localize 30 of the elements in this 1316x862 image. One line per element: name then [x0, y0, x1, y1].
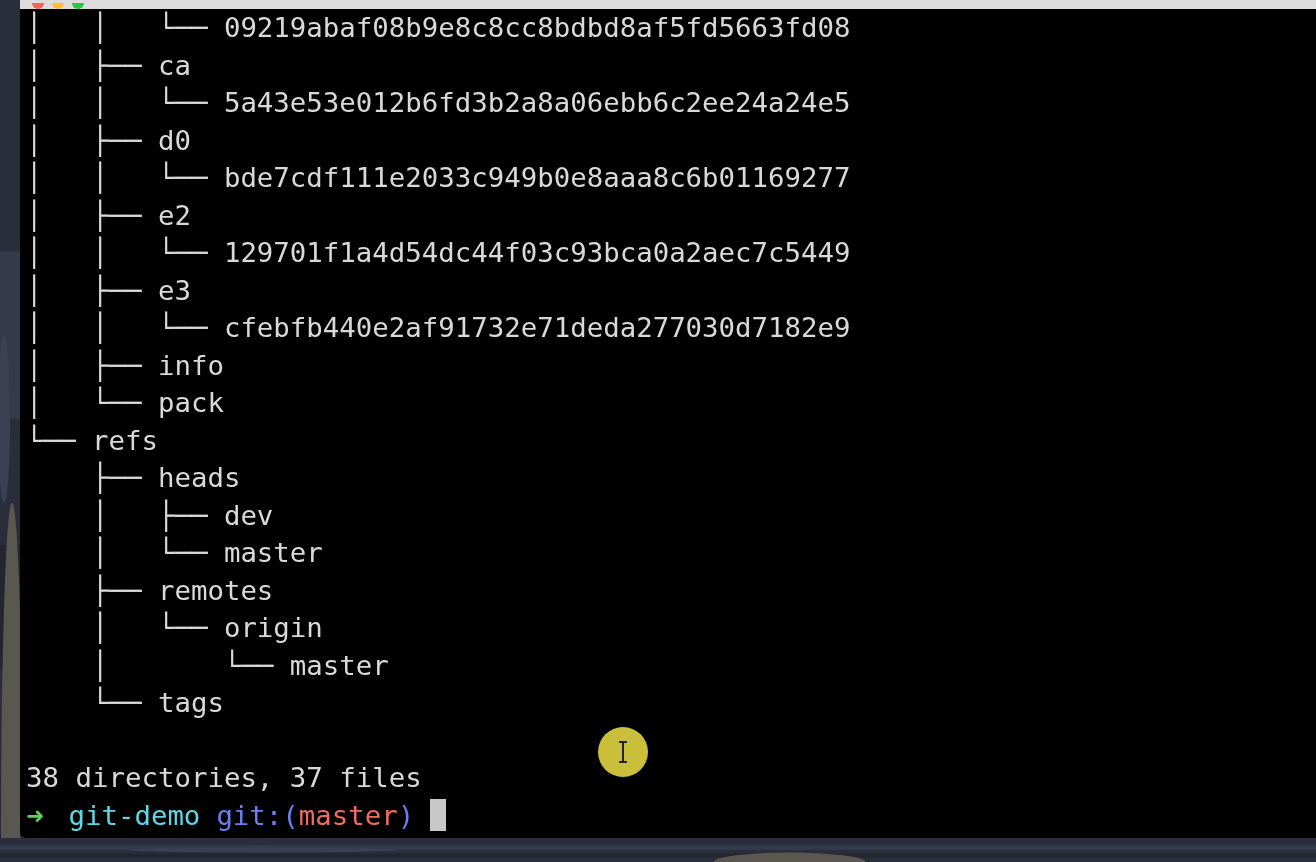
tree-line: │ │ └── cfebfb440e2af91732e71deda277030d7182e9 — [26, 310, 851, 346]
branch-name: master — [298, 798, 398, 833]
summary-line: 38 directories, 37 files — [26, 761, 422, 795]
tree-line: │ └── pack — [26, 385, 224, 421]
directory-name: git-demo — [68, 798, 201, 833]
tree-line: │ ├── d0 — [26, 123, 191, 159]
tree-line: │ ├── info — [26, 348, 224, 384]
tree-line: │ │ └── 5a43e53e012b6fd3b2a8a06ebb6c2ee24a24e5 — [26, 85, 851, 121]
tree-line: │ └── master — [90, 535, 323, 571]
tree-line: │ ├── e3 — [26, 273, 191, 309]
pointer-highlight-icon — [597, 726, 649, 778]
tree-line: │ ├── e2 — [26, 198, 191, 234]
minimize-icon[interactable] — [52, 3, 64, 9]
close-icon[interactable] — [32, 3, 44, 9]
tree-line: ├── remotes — [90, 573, 274, 609]
tree-line: │ │ └── bde7cdf111e2033c949b0e8aaa8c6b01169277 — [26, 160, 851, 196]
tree-line: │ └── master — [90, 648, 389, 684]
git-label: git:( — [216, 798, 299, 833]
tree-line: │ ├── dev — [90, 498, 274, 534]
git-label: ) — [397, 798, 415, 833]
tree-line: │ │ └── 09219abaf08b9e8c8cc8bdbd8af5fd5663fd08 — [26, 10, 851, 46]
tree-line: ├── heads — [90, 460, 241, 496]
terminal-cursor — [430, 799, 447, 832]
tree-line: │ └── origin — [90, 610, 323, 646]
zoom-icon[interactable] — [72, 3, 84, 9]
tree-line: └── tags — [90, 685, 224, 720]
prompt-arrow: ➜ — [26, 801, 45, 830]
tree-line: └── refs — [26, 423, 158, 458]
tree-line: │ │ └── 129701f1a4d54dc44f03c93bca0a2aec7c5449 — [26, 235, 851, 271]
tree-line: │ ├── ca — [26, 48, 191, 84]
